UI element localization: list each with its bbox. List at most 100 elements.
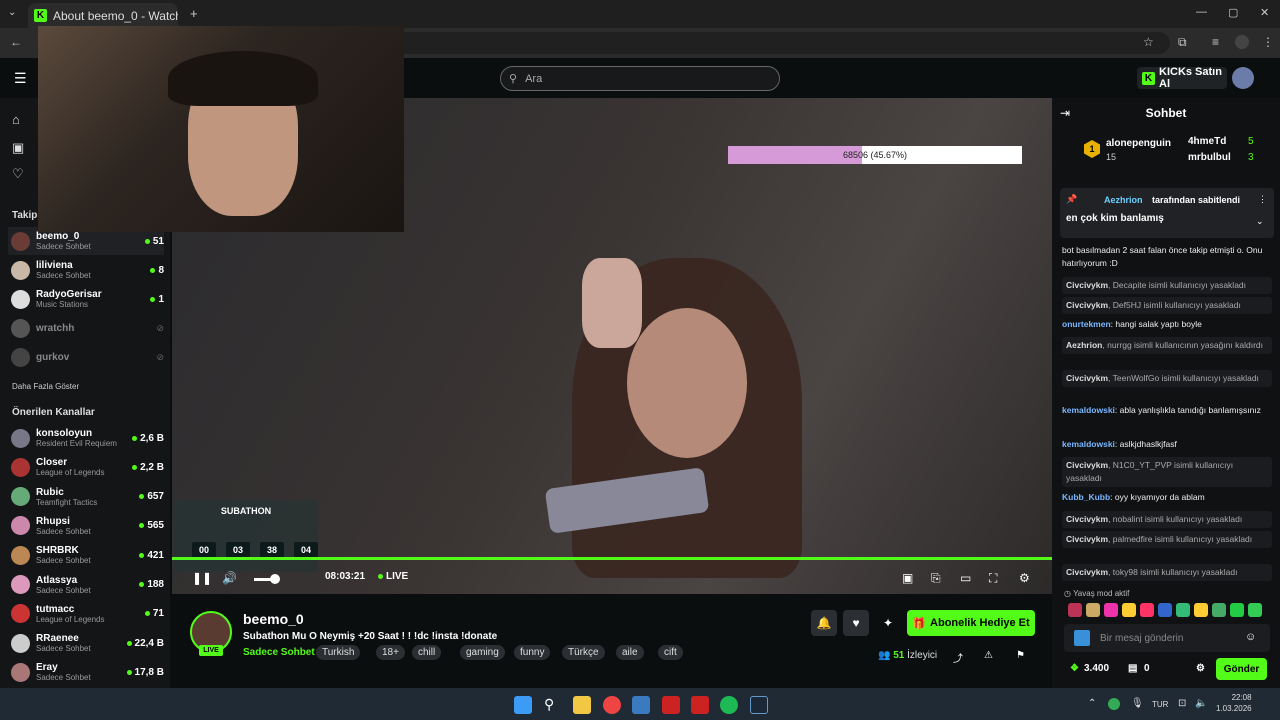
- chat-input[interactable]: Bir mesaj gönderin: [1064, 624, 1270, 652]
- fullscreen-icon[interactable]: ⛶: [989, 571, 997, 586]
- report-icon[interactable]: ⚠: [984, 650, 993, 661]
- pinned-options-icon[interactable]: ⋮: [1258, 194, 1267, 205]
- chat-username[interactable]: kemaldowski: [1062, 439, 1115, 449]
- sidebar-channel[interactable]: Eray Sadece Sohbet 17,8 B: [8, 658, 164, 686]
- stream-tag[interactable]: funny: [514, 645, 551, 660]
- mod-icon[interactable]: ⚑: [1016, 650, 1025, 661]
- chat-username[interactable]: Civcivykm: [1066, 534, 1108, 544]
- sidebar-channel[interactable]: RadyoGerisar Music Stations 1: [8, 285, 164, 313]
- bookmark-star-icon[interactable]: ☆: [1143, 35, 1154, 49]
- stream-tag[interactable]: aile: [616, 645, 644, 660]
- chrome-icon[interactable]: [603, 696, 621, 714]
- share-icon[interactable]: ⤴: [953, 650, 963, 665]
- sidebar-channel[interactable]: Atlassya Sadece Sohbet 188: [8, 571, 164, 599]
- extensions-icon[interactable]: ⧉: [1178, 35, 1187, 50]
- chat-username[interactable]: Civcivykm: [1066, 280, 1108, 290]
- chat-username[interactable]: Civcivykm: [1066, 300, 1108, 310]
- emote-icon[interactable]: [1140, 603, 1154, 617]
- emote-icon[interactable]: [1158, 603, 1172, 617]
- emote-icon[interactable]: [1104, 603, 1118, 617]
- stream-tag[interactable]: 18+: [376, 645, 405, 660]
- taskbar-search-icon[interactable]: ⚲: [544, 696, 562, 714]
- settings-gear-icon[interactable]: ⚙: [1019, 571, 1030, 585]
- notification-bell-icon[interactable]: 🔔: [811, 610, 837, 636]
- minimize-button[interactable]: —: [1196, 6, 1207, 18]
- playback-progress[interactable]: [172, 557, 1052, 560]
- user-avatar[interactable]: [1232, 67, 1254, 89]
- emote-icon[interactable]: [1212, 603, 1226, 617]
- sidebar-channel[interactable]: RRaenee Sadece Sohbet 22,4 B: [8, 629, 164, 657]
- sidebar-channel[interactable]: liliviena Sadece Sohbet 8: [8, 256, 164, 284]
- sidebar-channel[interactable]: SHRBRK Sadece Sohbet 421: [8, 541, 164, 569]
- system-clock[interactable]: 22:08 1.03.2026: [1216, 692, 1252, 714]
- language-indicator[interactable]: TUR: [1152, 700, 1168, 709]
- chat-username[interactable]: Civcivykm: [1066, 514, 1108, 524]
- chat-username[interactable]: Aezhrion: [1066, 340, 1102, 350]
- photos-icon[interactable]: [632, 696, 650, 714]
- emote-icon[interactable]: [1086, 603, 1100, 617]
- file-explorer-icon[interactable]: [573, 696, 591, 714]
- stream-category[interactable]: Sadece Sohbet: [243, 647, 315, 658]
- emote-icon[interactable]: [1176, 603, 1190, 617]
- chat-username[interactable]: Kubb_Kubb: [1062, 492, 1110, 502]
- hamburger-menu-icon[interactable]: ☰: [14, 70, 27, 87]
- emoji-icon[interactable]: ☺: [1245, 631, 1256, 643]
- app-icon[interactable]: [691, 696, 709, 714]
- emote-icon[interactable]: [1068, 603, 1082, 617]
- theater-mode-icon[interactable]: ▭: [960, 571, 971, 585]
- sparkle-icon[interactable]: ✦: [875, 610, 901, 636]
- menu-dots-icon[interactable]: ⋮: [1262, 35, 1274, 49]
- sidebar-channel[interactable]: Closer League of Legends 2,2 B: [8, 453, 164, 481]
- app-icon[interactable]: [662, 696, 680, 714]
- stream-tag[interactable]: Turkish: [316, 645, 361, 660]
- emote-icon[interactable]: [1248, 603, 1262, 617]
- clip-icon[interactable]: ⎘: [931, 571, 941, 586]
- pinned-by-user[interactable]: Aezhrion: [1104, 195, 1143, 205]
- network-icon[interactable]: ⊡: [1178, 698, 1186, 709]
- volume-icon[interactable]: 🔊: [222, 571, 237, 585]
- home-icon[interactable]: ⌂: [12, 112, 26, 127]
- badge-icon[interactable]: [1074, 630, 1090, 646]
- volume-handle[interactable]: [270, 574, 280, 584]
- stream-tag[interactable]: gaming: [460, 645, 505, 660]
- spotify-icon[interactable]: [720, 696, 738, 714]
- chat-username[interactable]: Civcivykm: [1066, 373, 1108, 383]
- following-icon[interactable]: ♡: [12, 166, 26, 181]
- leader-third-name[interactable]: mrbulbul: [1188, 152, 1231, 163]
- sidebar-channel[interactable]: tutmacc League of Legends 71: [8, 600, 164, 628]
- stream-tag[interactable]: cift: [658, 645, 683, 660]
- close-button[interactable]: ✕: [1260, 6, 1269, 19]
- stream-tag[interactable]: Türkçe: [562, 645, 605, 660]
- gift-subscription-button[interactable]: 🎁 Abonelik Hediye Et: [907, 610, 1035, 636]
- chat-username[interactable]: onurtekmen: [1062, 319, 1111, 329]
- leader-first-name[interactable]: alonepenguin: [1106, 138, 1171, 149]
- sidebar-channel[interactable]: gurkov ⊘: [8, 343, 164, 371]
- back-icon[interactable]: ←: [10, 35, 22, 49]
- points-value[interactable]: 3.400: [1084, 663, 1109, 674]
- profile-icon[interactable]: [1235, 35, 1249, 49]
- speaker-icon[interactable]: 🔈: [1195, 698, 1207, 709]
- follow-heart-icon[interactable]: ♥: [843, 610, 869, 636]
- tray-chevron-icon[interactable]: ⌃: [1088, 698, 1096, 709]
- browse-icon[interactable]: ▣: [12, 140, 26, 155]
- stream-tag[interactable]: chill: [412, 645, 442, 660]
- sidebar-channel[interactable]: wratchh ⊘: [8, 314, 164, 342]
- tray-app-icon[interactable]: [1108, 698, 1120, 710]
- browser-tab[interactable]: K About beemo_0 - Watch Li: [28, 3, 178, 28]
- sidebar-channel[interactable]: konsoloyun Resident Evil Requiem 2,6 B: [8, 424, 164, 452]
- pinned-message[interactable]: 📌 Aezhrion tarafından sabitlendi ⋮ en ço…: [1060, 188, 1274, 238]
- channel-name[interactable]: beemo_0: [243, 611, 304, 627]
- show-more-link[interactable]: Daha Fazla Göster: [12, 382, 79, 391]
- steam-icon[interactable]: [750, 696, 768, 714]
- chat-username[interactable]: Civcivykm: [1066, 567, 1108, 577]
- chat-username[interactable]: kemaldowski: [1062, 405, 1115, 415]
- windows-start-icon[interactable]: [514, 696, 532, 714]
- buy-kicks-button[interactable]: K KICKs Satın Al: [1137, 66, 1227, 90]
- new-tab-button[interactable]: +: [190, 6, 198, 21]
- expand-pinned-icon[interactable]: ⌄: [1256, 216, 1264, 227]
- emote-icon[interactable]: [1122, 603, 1136, 617]
- tab-list-icon[interactable]: ⌄: [8, 7, 16, 18]
- maximize-button[interactable]: ▢: [1228, 6, 1238, 19]
- emote-icon[interactable]: [1194, 603, 1208, 617]
- emote-icon[interactable]: [1230, 603, 1244, 617]
